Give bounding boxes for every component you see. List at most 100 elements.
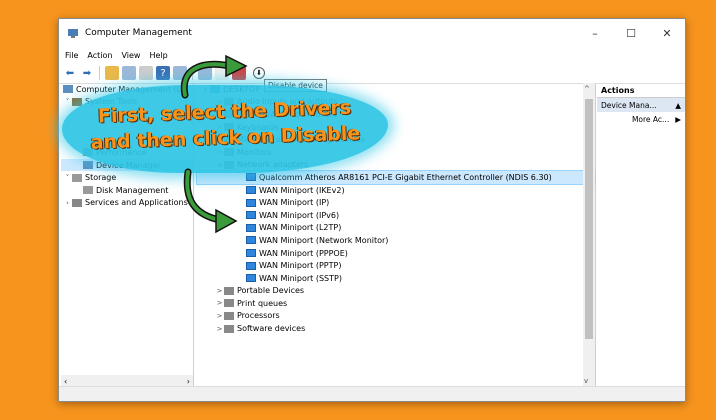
expand-toggle-icon[interactable]: > (215, 287, 224, 295)
computer-management-icon (68, 29, 78, 38)
device-label: WAN Miniport (PPPOE) (259, 248, 348, 258)
expand-toggle-icon[interactable]: v (201, 85, 210, 93)
minimize-button[interactable]: – (577, 19, 613, 47)
device-category-icon (224, 123, 234, 132)
menu-file[interactable]: File (65, 51, 78, 60)
device-label: Keyboards (237, 122, 279, 132)
device-row[interactable]: WAN Miniport (PPTP) (197, 259, 595, 272)
tree-node-label: Services and Applications (85, 198, 188, 208)
device-label: WAN Miniport (IKEv2) (259, 185, 345, 195)
forward-arrow-icon[interactable]: ➡ (80, 66, 94, 80)
collapse-up-icon[interactable]: ▲ (675, 101, 681, 110)
title-bar: Computer Management – ☐ ✕ (59, 19, 685, 47)
device-category-icon (224, 135, 234, 144)
scan-hardware-icon[interactable] (215, 66, 229, 80)
tree-node-system-tools[interactable]: ˅ System Tools (61, 96, 193, 109)
device-row[interactable]: > Processors (197, 310, 595, 323)
disable-device-icon[interactable]: ⬇ (253, 67, 265, 79)
toolbar: ⬅ ➡ ? ⬇ (59, 63, 685, 84)
back-arrow-icon[interactable]: ⬅ (63, 66, 77, 80)
close-button[interactable]: ✕ (649, 19, 685, 47)
scroll-left-icon[interactable]: ‹ (64, 377, 67, 386)
device-row[interactable]: WAN Miniport (PPPOE) (197, 247, 595, 260)
help-icon[interactable]: ? (156, 66, 170, 80)
device-row[interactable]: v Network adapters (197, 159, 595, 172)
network-adapter-icon (246, 186, 256, 195)
expand-toggle-icon[interactable]: > (215, 123, 224, 131)
console-tree: Computer Management (L ˅ System Tools Per… (61, 83, 194, 387)
tree-node-label: Storage (85, 173, 117, 183)
expand-toggle-icon[interactable]: > (215, 136, 224, 144)
expand-toggle-icon[interactable]: v (215, 161, 224, 169)
menu-action[interactable]: Action (87, 51, 112, 60)
device-label: WAN Miniport (IPv6) (259, 210, 340, 220)
device-category-icon (224, 148, 234, 157)
services-icon (72, 198, 82, 207)
toolbar-separator (99, 66, 100, 80)
scroll-down-icon[interactable]: v (584, 377, 588, 385)
properties-icon[interactable] (139, 66, 153, 80)
main-content: Computer Management (L ˅ System Tools Per… (59, 83, 685, 387)
menu-bar: File Action View Help (59, 47, 685, 63)
expand-toggle-icon[interactable]: > (215, 325, 224, 333)
device-row[interactable]: > IDE ATA/ATAPI controllers (197, 108, 595, 121)
network-adapter-icon (246, 274, 256, 283)
device-root[interactable]: v DESKTOP (197, 83, 595, 96)
device-manager-icon (83, 161, 93, 170)
expand-toggle-icon[interactable]: > (215, 299, 224, 307)
expand-toggle-icon[interactable]: > (215, 148, 224, 156)
actions-section-device-manager[interactable]: Device Mana... ▲ (597, 98, 685, 112)
device-row[interactable]: > Mice and other pointing devices (197, 133, 595, 146)
expand-toggle-icon[interactable]: ˅ (63, 98, 72, 106)
tree-node-root[interactable]: Computer Management (L (61, 83, 193, 96)
collapse-toggle-icon[interactable]: › (63, 199, 72, 207)
show-hide-tree-icon[interactable] (122, 66, 136, 80)
expand-toggle-icon[interactable]: ˅ (63, 174, 72, 182)
tree-node-services[interactable]: › Services and Applications (61, 197, 193, 210)
device-label: Print queues (237, 298, 288, 308)
device-label: Qualcomm Atheros AR8161 PCI-E Gigabit Et… (259, 172, 552, 182)
uninstall-device-icon[interactable] (232, 66, 246, 80)
tree-node-device-manager[interactable]: Device Manager (61, 158, 193, 172)
tree-node-disk-management[interactable]: Disk Management (61, 184, 193, 197)
status-bar (59, 386, 685, 401)
view-icon[interactable] (173, 66, 187, 80)
device-row[interactable]: > Monitors (197, 146, 595, 159)
device-category-icon (224, 324, 234, 333)
storage-icon (72, 173, 82, 182)
device-row-selected[interactable]: Qualcomm Atheros AR8161 PCI-E Gigabit Et… (196, 170, 596, 185)
device-row[interactable]: WAN Miniport (IKEv2) (197, 184, 595, 197)
device-row[interactable]: > Portable Devices (197, 285, 595, 298)
menu-help[interactable]: Help (149, 51, 167, 60)
device-label: Processors (237, 311, 280, 321)
maximize-button[interactable]: ☐ (613, 19, 649, 47)
tree-node-label: Device Manager (96, 160, 161, 170)
tree-node-performance[interactable]: Performance (61, 146, 193, 159)
scroll-up-icon[interactable]: ^ (584, 85, 590, 93)
update-driver-icon[interactable] (198, 66, 212, 80)
more-actions-item[interactable]: More Ac... ▶ (597, 112, 685, 126)
scroll-right-icon[interactable]: › (187, 377, 190, 386)
expand-toggle-icon[interactable]: > (215, 110, 224, 118)
device-row[interactable]: WAN Miniport (L2TP) (197, 222, 595, 235)
device-label: Monitors (237, 147, 272, 157)
device-row[interactable]: > Audio inputs and outputs (197, 96, 595, 109)
device-row[interactable]: > Keyboards (197, 121, 595, 134)
tree-node-storage[interactable]: ˅ Storage (61, 171, 193, 184)
scrollbar-thumb[interactable] (585, 99, 593, 339)
device-row[interactable]: WAN Miniport (IPv6) (197, 209, 595, 222)
device-row[interactable]: > Software devices (197, 322, 595, 335)
device-row[interactable]: > Print queues (197, 297, 595, 310)
menu-view[interactable]: View (121, 51, 140, 60)
computer-management-window: Computer Management – ☐ ✕ File Action Vi… (58, 18, 686, 402)
vertical-scrollbar[interactable]: ^ v (583, 83, 595, 387)
expand-toggle-icon[interactable]: > (215, 98, 224, 106)
device-row[interactable]: WAN Miniport (IP) (197, 196, 595, 209)
device-label: WAN Miniport (PPTP) (259, 261, 342, 271)
up-folder-icon[interactable] (105, 66, 119, 80)
device-row[interactable]: WAN Miniport (SSTP) (197, 272, 595, 285)
device-label: IDE ATA/ATAPI controllers (237, 109, 338, 119)
device-row[interactable]: WAN Miniport (Network Monitor) (197, 234, 595, 247)
expand-toggle-icon[interactable]: > (215, 312, 224, 320)
